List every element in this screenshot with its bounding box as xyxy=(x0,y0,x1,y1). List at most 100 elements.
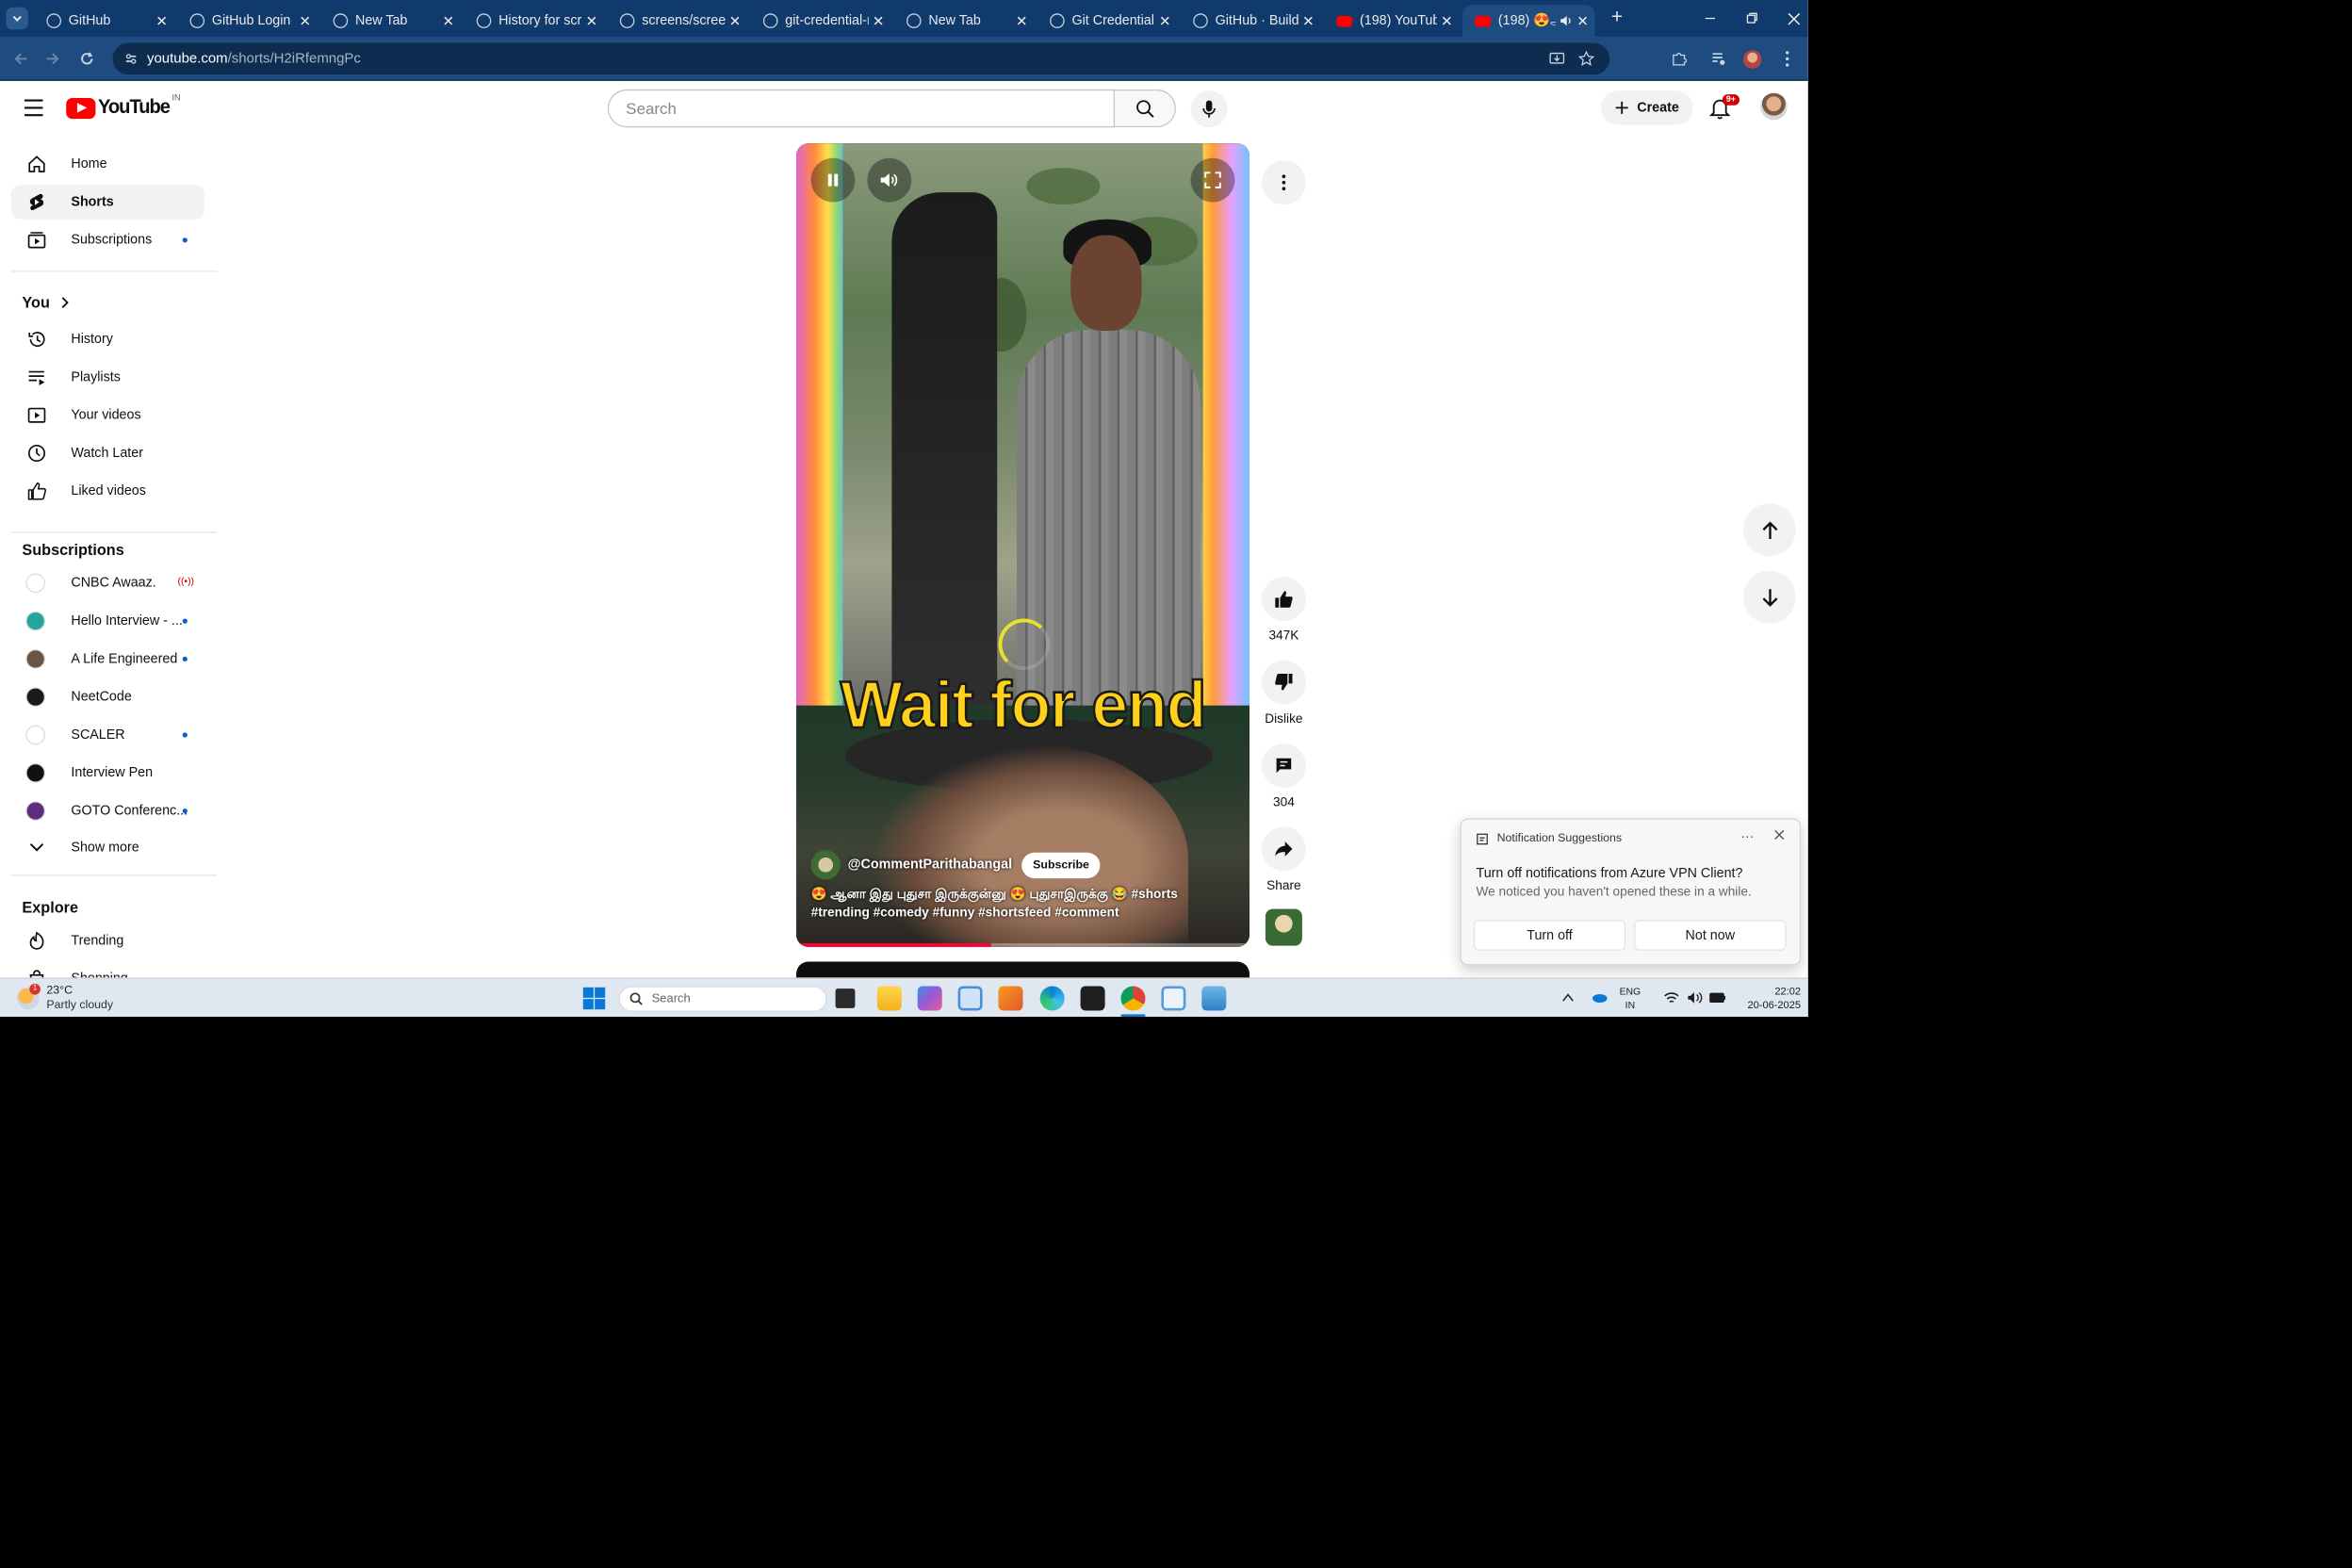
guide-menu-button[interactable] xyxy=(22,98,46,118)
toast-more-button[interactable]: ··· xyxy=(1740,829,1754,844)
previous-short-button[interactable] xyxy=(1742,503,1796,557)
tab-close-button[interactable] xyxy=(1442,16,1451,25)
short-title[interactable]: 😍 ஆனா இது புதுசா இருக்குன்னு 😍 புதுசாஇரு… xyxy=(811,886,1240,923)
fullscreen-button[interactable] xyxy=(1190,157,1235,203)
window-app-icon[interactable] xyxy=(957,986,983,1011)
browser-tab[interactable]: screens/screenshots xyxy=(608,5,747,37)
browser-menu-button[interactable] xyxy=(1776,48,1798,70)
terminal-icon[interactable] xyxy=(1080,986,1105,1011)
sidebar-item-trending[interactable]: Trending xyxy=(11,923,204,957)
browser-tab[interactable]: (198) YouTube xyxy=(1324,5,1459,37)
sidebar-item-your-videos[interactable]: Your videos xyxy=(11,398,204,432)
site-info-icon[interactable] xyxy=(123,52,139,67)
not-now-button[interactable]: Not now xyxy=(1634,920,1787,951)
reload-button[interactable] xyxy=(76,48,98,70)
subscription-channel[interactable]: SCALER xyxy=(11,718,204,752)
remix-thumbnail[interactable] xyxy=(1265,908,1302,946)
browser-tab[interactable]: Git Credential Manager xyxy=(1037,5,1177,37)
tab-close-button[interactable] xyxy=(156,16,167,25)
next-short-button[interactable] xyxy=(1742,570,1796,624)
show-more-button[interactable]: Show more xyxy=(11,830,204,864)
subscribe-button[interactable]: Subscribe xyxy=(1021,852,1101,878)
toast-close-button[interactable] xyxy=(1773,829,1785,841)
bookmark-star-icon[interactable] xyxy=(1577,50,1595,67)
office-app-icon[interactable] xyxy=(998,986,1023,1011)
subscription-channel[interactable]: Interview Pen xyxy=(11,756,204,790)
new-tab-button[interactable]: + xyxy=(1605,7,1629,31)
sidebar-item-home[interactable]: Home xyxy=(11,147,204,181)
tab-close-button[interactable] xyxy=(874,16,883,25)
sidebar-item-playlists[interactable]: Playlists xyxy=(11,360,204,394)
wifi-icon[interactable] xyxy=(1663,991,1679,1004)
browser-tab[interactable]: History for screens xyxy=(465,5,604,37)
tab-close-button[interactable] xyxy=(730,16,740,25)
sidebar-item-liked-videos[interactable]: Liked videos xyxy=(11,474,204,508)
you-section-link[interactable]: You xyxy=(22,294,69,311)
browser-tab[interactable]: (198) 😍ஆ xyxy=(1462,5,1595,37)
search-button[interactable] xyxy=(1115,89,1176,128)
subscription-channel[interactable]: A Life Engineered xyxy=(11,642,204,676)
playback-progress[interactable] xyxy=(795,942,1250,947)
volume-button[interactable] xyxy=(867,157,912,203)
search-input[interactable]: Search xyxy=(607,89,1115,128)
back-button[interactable] xyxy=(9,48,31,70)
tab-close-button[interactable] xyxy=(1017,16,1026,25)
edge-icon[interactable] xyxy=(1039,986,1065,1011)
tab-audio-icon[interactable] xyxy=(1560,15,1573,27)
sidebar-item-history[interactable]: History xyxy=(11,322,204,356)
system-clock[interactable]: 22:02 20-06-2025 xyxy=(1735,985,1801,1012)
create-button[interactable]: Create xyxy=(1601,90,1693,125)
task-view-icon[interactable] xyxy=(835,988,856,1008)
minimize-button[interactable] xyxy=(1688,0,1732,37)
copilot-icon[interactable] xyxy=(917,986,942,1011)
extensions-button[interactable] xyxy=(1669,48,1690,70)
chevron-up-icon[interactable] xyxy=(1562,992,1575,1002)
more-actions-button[interactable] xyxy=(1262,160,1306,205)
pause-button[interactable] xyxy=(810,157,856,203)
onedrive-icon[interactable] xyxy=(1592,991,1609,1004)
subscription-channel[interactable]: GOTO Conferenc... xyxy=(11,793,204,827)
sidebar-item-watch-later[interactable]: Watch Later xyxy=(11,436,204,470)
subscription-channel[interactable]: CNBC Awaaz. ((•)) xyxy=(11,566,204,600)
browser-tab[interactable]: New Tab xyxy=(321,5,461,37)
turn-off-button[interactable]: Turn off xyxy=(1473,920,1626,951)
tab-close-button[interactable] xyxy=(1160,16,1169,25)
snipping-tool-icon[interactable] xyxy=(1161,986,1186,1011)
channel-avatar[interactable] xyxy=(810,850,841,880)
share-button[interactable] xyxy=(1262,826,1306,872)
browser-tab[interactable]: GitHub xyxy=(34,5,173,37)
browser-tab[interactable]: GitHub · Build and ship xyxy=(1181,5,1320,37)
browser-tab[interactable]: git-credential-manager xyxy=(751,5,890,37)
start-button[interactable] xyxy=(582,987,607,1011)
forward-button[interactable] xyxy=(41,48,63,70)
battery-icon[interactable] xyxy=(1708,991,1726,1004)
chrome-icon[interactable] xyxy=(1120,986,1146,1011)
account-avatar[interactable] xyxy=(1760,92,1788,121)
address-bar[interactable]: youtube.com/shorts/H2iRfemngPc xyxy=(112,42,1610,75)
channel-handle[interactable]: @CommentParithabangal xyxy=(848,858,1012,873)
sidebar-item-subscriptions[interactable]: Subscriptions xyxy=(11,223,204,257)
remote-desktop-icon[interactable] xyxy=(1201,986,1227,1011)
dislike-button[interactable] xyxy=(1262,660,1306,705)
file-explorer-icon[interactable] xyxy=(876,986,902,1011)
install-app-icon[interactable] xyxy=(1548,50,1565,67)
restore-button[interactable] xyxy=(1730,0,1774,37)
voice-search-button[interactable] xyxy=(1190,90,1228,128)
tab-search-button[interactable] xyxy=(6,7,28,30)
input-language[interactable]: ENG IN xyxy=(1620,985,1642,1012)
sidebar-item-shorts[interactable]: Shorts xyxy=(10,185,205,220)
subscription-channel[interactable]: Hello Interview - ... xyxy=(11,604,204,638)
profile-button[interactable] xyxy=(1740,48,1762,70)
comments-button[interactable] xyxy=(1262,743,1306,788)
taskbar-search[interactable]: Search xyxy=(618,986,827,1012)
browser-tab[interactable]: GitHub Login Issue xyxy=(178,5,318,37)
tab-close-button[interactable] xyxy=(301,16,310,25)
tab-close-button[interactable] xyxy=(1303,16,1313,25)
tab-close-button[interactable] xyxy=(444,16,453,25)
media-controls-button[interactable] xyxy=(1707,48,1729,70)
like-button[interactable] xyxy=(1262,577,1306,622)
tab-close-button[interactable] xyxy=(1577,16,1588,25)
youtube-logo[interactable]: YouTube IN xyxy=(66,93,181,119)
weather-widget[interactable]: 1 23°C Partly cloudy xyxy=(17,983,113,1013)
close-window-button[interactable] xyxy=(1772,0,1808,37)
